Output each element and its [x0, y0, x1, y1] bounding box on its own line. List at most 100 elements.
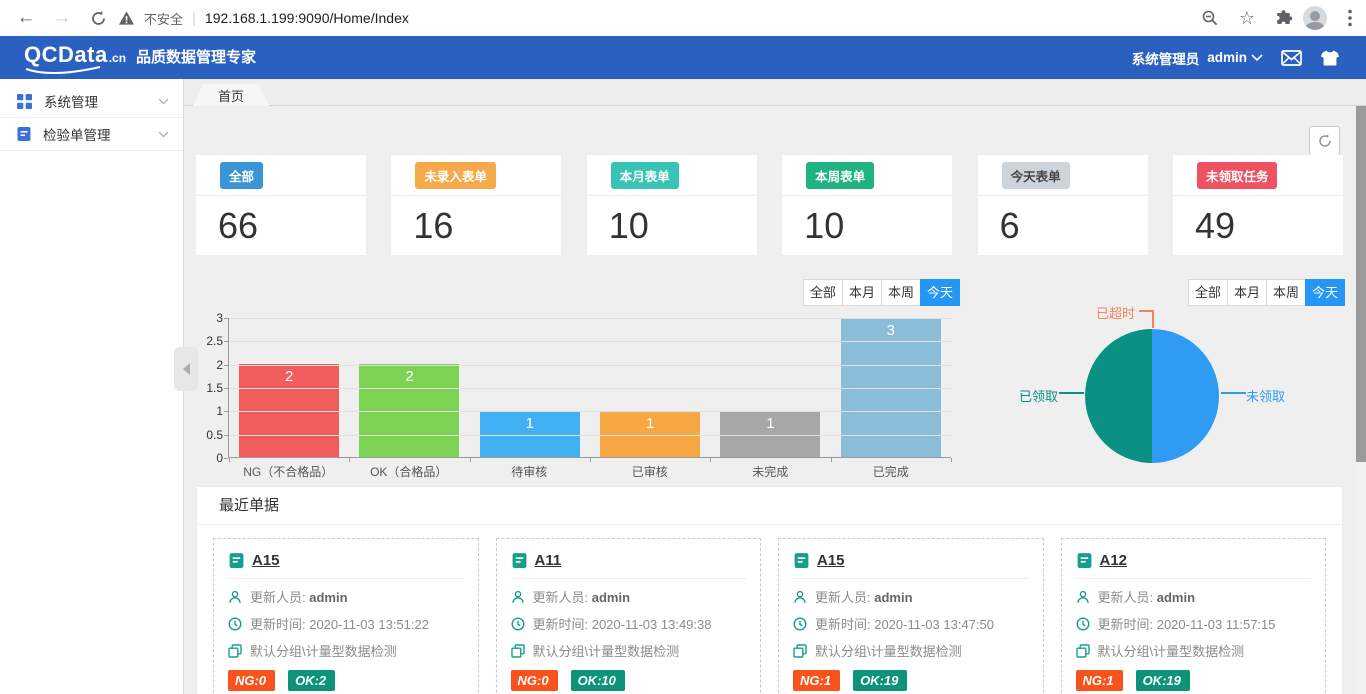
user-menu[interactable]: 系统管理员 admin	[1132, 48, 1263, 68]
doc-title-link[interactable]: A15	[252, 552, 280, 569]
doc-updated-by-row: 更新人员: admin	[228, 587, 464, 606]
filter-button-本周[interactable]: 本周	[1266, 279, 1306, 306]
stat-card-header: 本月表单	[587, 155, 757, 196]
document-icon	[228, 552, 245, 569]
browser-menu-icon[interactable]	[1338, 0, 1362, 36]
filter-button-全部[interactable]: 全部	[803, 279, 843, 306]
forward-icon[interactable]: →	[48, 0, 76, 36]
bar-chart-plot: 221113	[228, 318, 951, 458]
app-header: QCData.cn 品质数据管理专家 系统管理员 admin	[0, 36, 1366, 79]
recent-doc-card: A12 更新人员: admin 更新时间: 2020-11-03 11:57:1…	[1061, 538, 1327, 694]
scrollbar-thumb[interactable]	[1356, 106, 1366, 462]
sidebar-item-label: 检验单管理	[43, 124, 111, 144]
bar-value-label: 2	[359, 368, 459, 385]
chevron-down-icon	[158, 98, 169, 105]
y-axis-tick	[224, 341, 228, 342]
stat-card: 未录入表单 16	[391, 155, 561, 255]
stat-card-header: 本周表单	[782, 155, 952, 196]
document-icon	[511, 552, 528, 569]
sidebar-item-inspection[interactable]: 检验单管理	[0, 118, 183, 151]
warning-icon	[118, 10, 135, 26]
logo-swoosh	[24, 66, 104, 76]
doc-badge-row: NG:1 OK:19	[793, 670, 1029, 691]
y-axis-tick-label: 2.5	[196, 334, 223, 348]
gridline	[229, 318, 951, 319]
stat-value: 49	[1173, 196, 1343, 247]
app-logo: QCData.cn 品质数据管理专家	[24, 42, 256, 68]
filter-button-本周[interactable]: 本周	[881, 279, 921, 306]
doc-title-link[interactable]: A12	[1100, 552, 1128, 569]
stat-badge: 今天表单	[1002, 162, 1070, 189]
filter-button-今天[interactable]: 今天	[1305, 279, 1345, 306]
refresh-button[interactable]	[1309, 126, 1340, 156]
stat-card-header: 全部	[196, 155, 366, 196]
chevron-down-icon	[1251, 54, 1263, 61]
stat-value: 66	[196, 196, 366, 247]
ok-badge: OK:19	[853, 670, 907, 691]
sidebar-item-system[interactable]: 系统管理	[0, 85, 183, 118]
back-icon[interactable]: ←	[12, 0, 40, 36]
doc-badge-row: NG:0 OK:2	[228, 670, 464, 691]
ok-badge: OK:2	[288, 670, 335, 691]
doc-updated-time-row: 更新时间: 2020-11-03 11:57:15	[1076, 614, 1312, 633]
y-axis-tick-label: 0	[196, 451, 223, 465]
stat-value: 10	[782, 196, 952, 247]
address-bar[interactable]: 不安全 | 192.168.1.199:9090/Home/Index	[118, 0, 409, 36]
doc-updated-by-row: 更新人员: admin	[1076, 587, 1312, 606]
message-envelope-icon[interactable]	[1281, 50, 1302, 66]
grid-icon	[16, 93, 33, 110]
x-axis-tick	[590, 458, 591, 462]
tab-label: 首页	[218, 86, 244, 105]
browser-profile-avatar[interactable]	[1303, 6, 1327, 30]
x-axis-tick	[710, 458, 711, 462]
doc-title-link[interactable]: A11	[535, 552, 562, 569]
stat-badge: 本月表单	[611, 162, 679, 189]
doc-updated-by-row: 更新人员: admin	[793, 587, 1029, 606]
scrollbar-track	[1356, 106, 1366, 694]
x-axis-category-label: OK（合格品）	[349, 463, 470, 480]
filter-button-全部[interactable]: 全部	[1188, 279, 1228, 306]
stat-badge: 本周表单	[806, 162, 874, 189]
clock-icon	[1076, 617, 1090, 631]
person-icon	[228, 590, 242, 604]
bookmark-star-icon[interactable]: ☆	[1233, 0, 1261, 36]
recent-documents-title: 最近单据	[197, 487, 1342, 525]
reload-icon[interactable]	[84, 0, 112, 36]
clock-icon	[793, 617, 807, 631]
ok-badge: OK:19	[1136, 670, 1190, 691]
y-axis-tick-label: 1.5	[196, 381, 223, 395]
stat-card: 本周表单 10	[782, 155, 952, 255]
doc-updated-time-row: 更新时间: 2020-11-03 13:51:22	[228, 614, 464, 633]
doc-title-row: A12	[1076, 547, 1312, 579]
y-axis-tick	[224, 435, 228, 436]
extensions-puzzle-icon[interactable]	[1270, 0, 1298, 36]
sidebar-collapse-handle[interactable]	[174, 347, 198, 391]
filter-button-本月[interactable]: 本月	[842, 279, 882, 306]
clock-icon	[511, 617, 525, 631]
tab-home[interactable]: 首页	[193, 84, 269, 106]
pie-connector-received	[1059, 392, 1084, 394]
x-axis-tick	[470, 458, 471, 462]
doc-group-row: 默认分组\计量型数据检测	[228, 641, 464, 660]
bar-chart: 221113 NG（不合格品）OK（合格品）待审核已审核未完成已完成 00.51…	[196, 310, 964, 486]
browser-toolbar: ← → 不安全 | 192.168.1.199:9090/Home/Index …	[0, 0, 1366, 36]
doc-title-link[interactable]: A15	[817, 552, 845, 569]
filter-button-本月[interactable]: 本月	[1227, 279, 1267, 306]
recent-doc-card: A15 更新人员: admin 更新时间: 2020-11-03 13:47:5…	[778, 538, 1044, 694]
y-axis-tick-label: 0.5	[196, 428, 223, 442]
stat-card-header: 今天表单	[978, 155, 1148, 196]
doc-badge-row: NG:0 OK:10	[511, 670, 747, 691]
x-axis-tick	[831, 458, 832, 462]
ng-badge: NG:1	[793, 670, 840, 691]
gridline	[229, 341, 951, 342]
doc-updated-time-row: 更新时间: 2020-11-03 13:47:50	[793, 614, 1029, 633]
filter-button-今天[interactable]: 今天	[920, 279, 960, 306]
zoom-out-icon[interactable]	[1196, 0, 1224, 36]
pie-chart	[1085, 329, 1219, 463]
group-copy-icon	[793, 644, 807, 658]
x-axis-category-label: 未完成	[710, 463, 831, 480]
recent-doc-card: A11 更新人员: admin 更新时间: 2020-11-03 13:49:3…	[496, 538, 762, 694]
recent-doc-card: A15 更新人员: admin 更新时间: 2020-11-03 13:51:2…	[213, 538, 479, 694]
doc-title-row: A15	[228, 547, 464, 579]
shirt-icon[interactable]	[1320, 50, 1340, 66]
